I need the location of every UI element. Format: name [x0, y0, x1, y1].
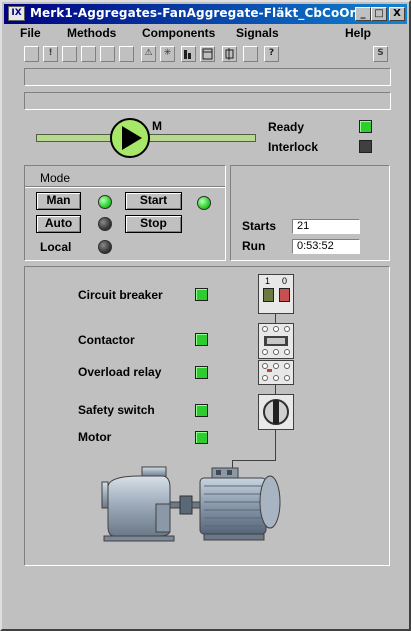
local-indicator: [98, 240, 112, 254]
close-button[interactable]: X: [389, 7, 405, 21]
toolbar-button-6[interactable]: [119, 46, 134, 62]
motor-component-label: Motor: [78, 430, 112, 444]
signal-icon[interactable]: S: [373, 46, 388, 62]
auto-indicator: [98, 217, 112, 231]
wire-1: [275, 314, 276, 323]
app-window: IX Merk1-Aggregates-FanAggregate-Fläkt_C…: [0, 0, 411, 631]
mode-divider-highlight: [25, 187, 225, 188]
stop-button[interactable]: Stop: [125, 215, 182, 233]
auto-button[interactable]: Auto: [36, 215, 81, 233]
local-label: Local: [40, 240, 72, 254]
interlock-label: Interlock: [268, 140, 319, 154]
contactor-label: Contactor: [78, 333, 135, 347]
breaker-off-button: [279, 288, 290, 302]
interlock-indicator: [359, 140, 372, 153]
menu-methods[interactable]: Methods: [67, 26, 116, 40]
start-indicator: [197, 196, 211, 210]
trend-icon[interactable]: [181, 46, 196, 62]
menu-help[interactable]: Help: [345, 26, 371, 40]
safety-switch-indicator: [195, 404, 208, 417]
mode-title: Mode: [40, 171, 71, 185]
asterisk-icon[interactable]: ✳: [160, 46, 175, 62]
maximize-button[interactable]: □: [371, 7, 387, 21]
help-icon[interactable]: ?: [264, 46, 279, 62]
wire-4: [232, 460, 276, 461]
man-indicator: [98, 195, 112, 209]
safety-switch-label: Safety switch: [78, 403, 155, 417]
circuit-breaker-device[interactable]: 1 0: [258, 274, 294, 314]
warning-icon[interactable]: ⚠: [141, 46, 156, 62]
motor-label: M: [152, 119, 162, 133]
motor-symbol[interactable]: [109, 117, 153, 164]
breaker-off-mark: 0: [282, 276, 288, 286]
contactor-device[interactable]: [258, 323, 294, 385]
app-icon[interactable]: IX: [8, 6, 25, 21]
menu-components[interactable]: Components: [142, 26, 215, 40]
starts-value: 21: [292, 219, 360, 234]
ready-indicator: [359, 120, 372, 133]
circuit-breaker-label: Circuit breaker: [78, 288, 163, 302]
object-icon[interactable]: [200, 46, 215, 62]
menu-file[interactable]: File: [20, 26, 41, 40]
menu-bar: File Methods Components Signals Help: [4, 25, 407, 43]
ready-label: Ready: [268, 120, 305, 134]
toolbar-button-5[interactable]: [100, 46, 115, 62]
toolbar-button-1[interactable]: [24, 46, 39, 62]
run-value: 0:53:52: [292, 239, 360, 254]
message-field-1: [24, 68, 391, 86]
start-button[interactable]: Start: [125, 192, 182, 210]
wire-2: [275, 385, 276, 394]
run-label: Run: [242, 239, 266, 253]
window-title: Merk1-Aggregates-FanAggregate-Fläkt_CbCo…: [30, 6, 372, 20]
fan-motor-image[interactable]: [100, 464, 285, 551]
overload-relay-label: Overload relay: [78, 365, 162, 379]
toolbar-button-12[interactable]: [243, 46, 258, 62]
overload-relay-indicator: [195, 366, 208, 379]
safety-switch-device[interactable]: [258, 394, 294, 430]
message-field-2: [24, 92, 391, 110]
circuit-breaker-indicator: [195, 288, 208, 301]
motor-indicator: [195, 431, 208, 444]
contactor-indicator: [195, 333, 208, 346]
trace-icon[interactable]: [222, 46, 237, 62]
man-button[interactable]: Man: [36, 192, 81, 210]
breaker-on-button: [263, 288, 274, 302]
wire-3: [275, 430, 276, 460]
alarm-icon[interactable]: !: [43, 46, 58, 62]
toolbar-button-4[interactable]: [81, 46, 96, 62]
toolbar-button-3[interactable]: [62, 46, 77, 62]
starts-label: Starts: [242, 219, 277, 233]
minimize-button[interactable]: _: [355, 7, 371, 21]
breaker-on-mark: 1: [265, 276, 271, 286]
title-bar[interactable]: IX Merk1-Aggregates-FanAggregate-Fläkt_C…: [4, 4, 407, 24]
menu-signals[interactable]: Signals: [236, 26, 279, 40]
